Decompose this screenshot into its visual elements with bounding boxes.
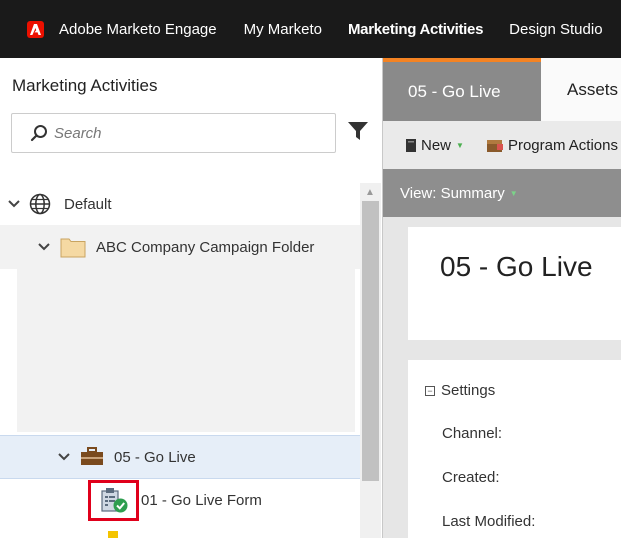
filter-icon[interactable] xyxy=(347,121,369,146)
nav-my-marketo[interactable]: My Marketo xyxy=(231,0,335,58)
dropdown-arrow-icon: ▼ xyxy=(509,188,518,198)
collapse-icon[interactable]: − xyxy=(425,385,435,396)
left-tree-panel: Marketing Activities Default xyxy=(0,58,383,538)
summary-content: 05 - Go Live − Settings Channel: Created… xyxy=(383,217,621,538)
tree-view: Default ABC Company Campaign Folder 05 -… xyxy=(0,183,383,538)
tree-item-campaign-folder[interactable]: ABC Company Campaign Folder xyxy=(0,225,360,269)
nav-marketing-activities[interactable]: Marketing Activities xyxy=(335,0,496,58)
scroll-up-arrow-icon[interactable]: ▲ xyxy=(365,187,375,198)
adobe-logo-icon xyxy=(27,20,44,38)
last-modified-label: Last Modified: xyxy=(442,513,536,530)
tree-item-program-go-live[interactable]: 05 - Go Live xyxy=(0,435,360,479)
view-label: View: Summary xyxy=(400,184,505,202)
tree-item-label: 01 - Go Live Form xyxy=(141,491,262,509)
program-actions-icon xyxy=(486,140,503,152)
settings-card: − Settings Channel: Created: Last Modifi… xyxy=(408,360,621,538)
tab-bar: 05 - Go Live Assets xyxy=(383,58,621,121)
brand-name: Adobe Marketo Engage xyxy=(59,20,217,38)
scroll-thumb[interactable] xyxy=(362,201,379,481)
dropdown-arrow-icon: ▼ xyxy=(456,140,464,150)
globe-icon xyxy=(29,193,51,215)
program-actions-label: Program Actions xyxy=(507,136,618,154)
tab-assets[interactable]: Assets xyxy=(541,58,621,121)
nav-design-studio[interactable]: Design Studio xyxy=(496,0,615,58)
chevron-down-icon[interactable] xyxy=(38,240,52,254)
tree-spacer xyxy=(17,269,355,432)
new-button-label: New xyxy=(421,136,452,154)
tab-program[interactable]: 05 - Go Live xyxy=(383,58,541,121)
tree-item-label: ABC Company Campaign Folder xyxy=(96,238,315,256)
brand[interactable]: Adobe Marketo Engage xyxy=(0,0,217,58)
chevron-down-icon[interactable] xyxy=(8,197,22,211)
tree-item-go-live-form[interactable]: 01 - Go Live Form xyxy=(0,479,360,521)
settings-heading: Settings xyxy=(441,382,496,399)
program-title: 05 - Go Live xyxy=(440,251,593,282)
created-label: Created: xyxy=(442,469,500,486)
lightning-icon xyxy=(108,531,118,538)
search-box[interactable] xyxy=(11,113,336,153)
program-actions-button[interactable]: Program Actions xyxy=(486,137,618,154)
toolbar: New ▼ Program Actions xyxy=(383,121,621,169)
highlight-box xyxy=(88,479,139,521)
panel-title: Marketing Activities xyxy=(12,76,158,95)
program-title-card: 05 - Go Live xyxy=(408,227,621,340)
tree-item-default[interactable]: Default xyxy=(0,183,360,225)
program-detail-panel: 05 - Go Live Assets New ▼ Program Action… xyxy=(383,58,621,538)
briefcase-icon xyxy=(81,447,103,465)
new-document-icon xyxy=(406,138,416,152)
view-selector[interactable]: View: Summary ▼ xyxy=(383,169,621,217)
tree-scrollbar[interactable]: ▲ xyxy=(360,183,381,538)
settings-header[interactable]: − Settings xyxy=(425,382,495,399)
search-input[interactable] xyxy=(54,124,314,142)
chevron-down-icon[interactable] xyxy=(58,450,72,464)
form-approved-icon xyxy=(100,488,127,513)
channel-label: Channel: xyxy=(442,425,503,442)
folder-icon xyxy=(60,238,86,258)
tree-item-label: Default xyxy=(64,195,112,213)
new-button[interactable]: New ▼ xyxy=(405,137,464,154)
tree-item-label: 05 - Go Live xyxy=(114,448,196,466)
top-navigation-bar: Adobe Marketo Engage My Marketo Marketin… xyxy=(0,0,621,58)
search-icon xyxy=(30,125,47,142)
